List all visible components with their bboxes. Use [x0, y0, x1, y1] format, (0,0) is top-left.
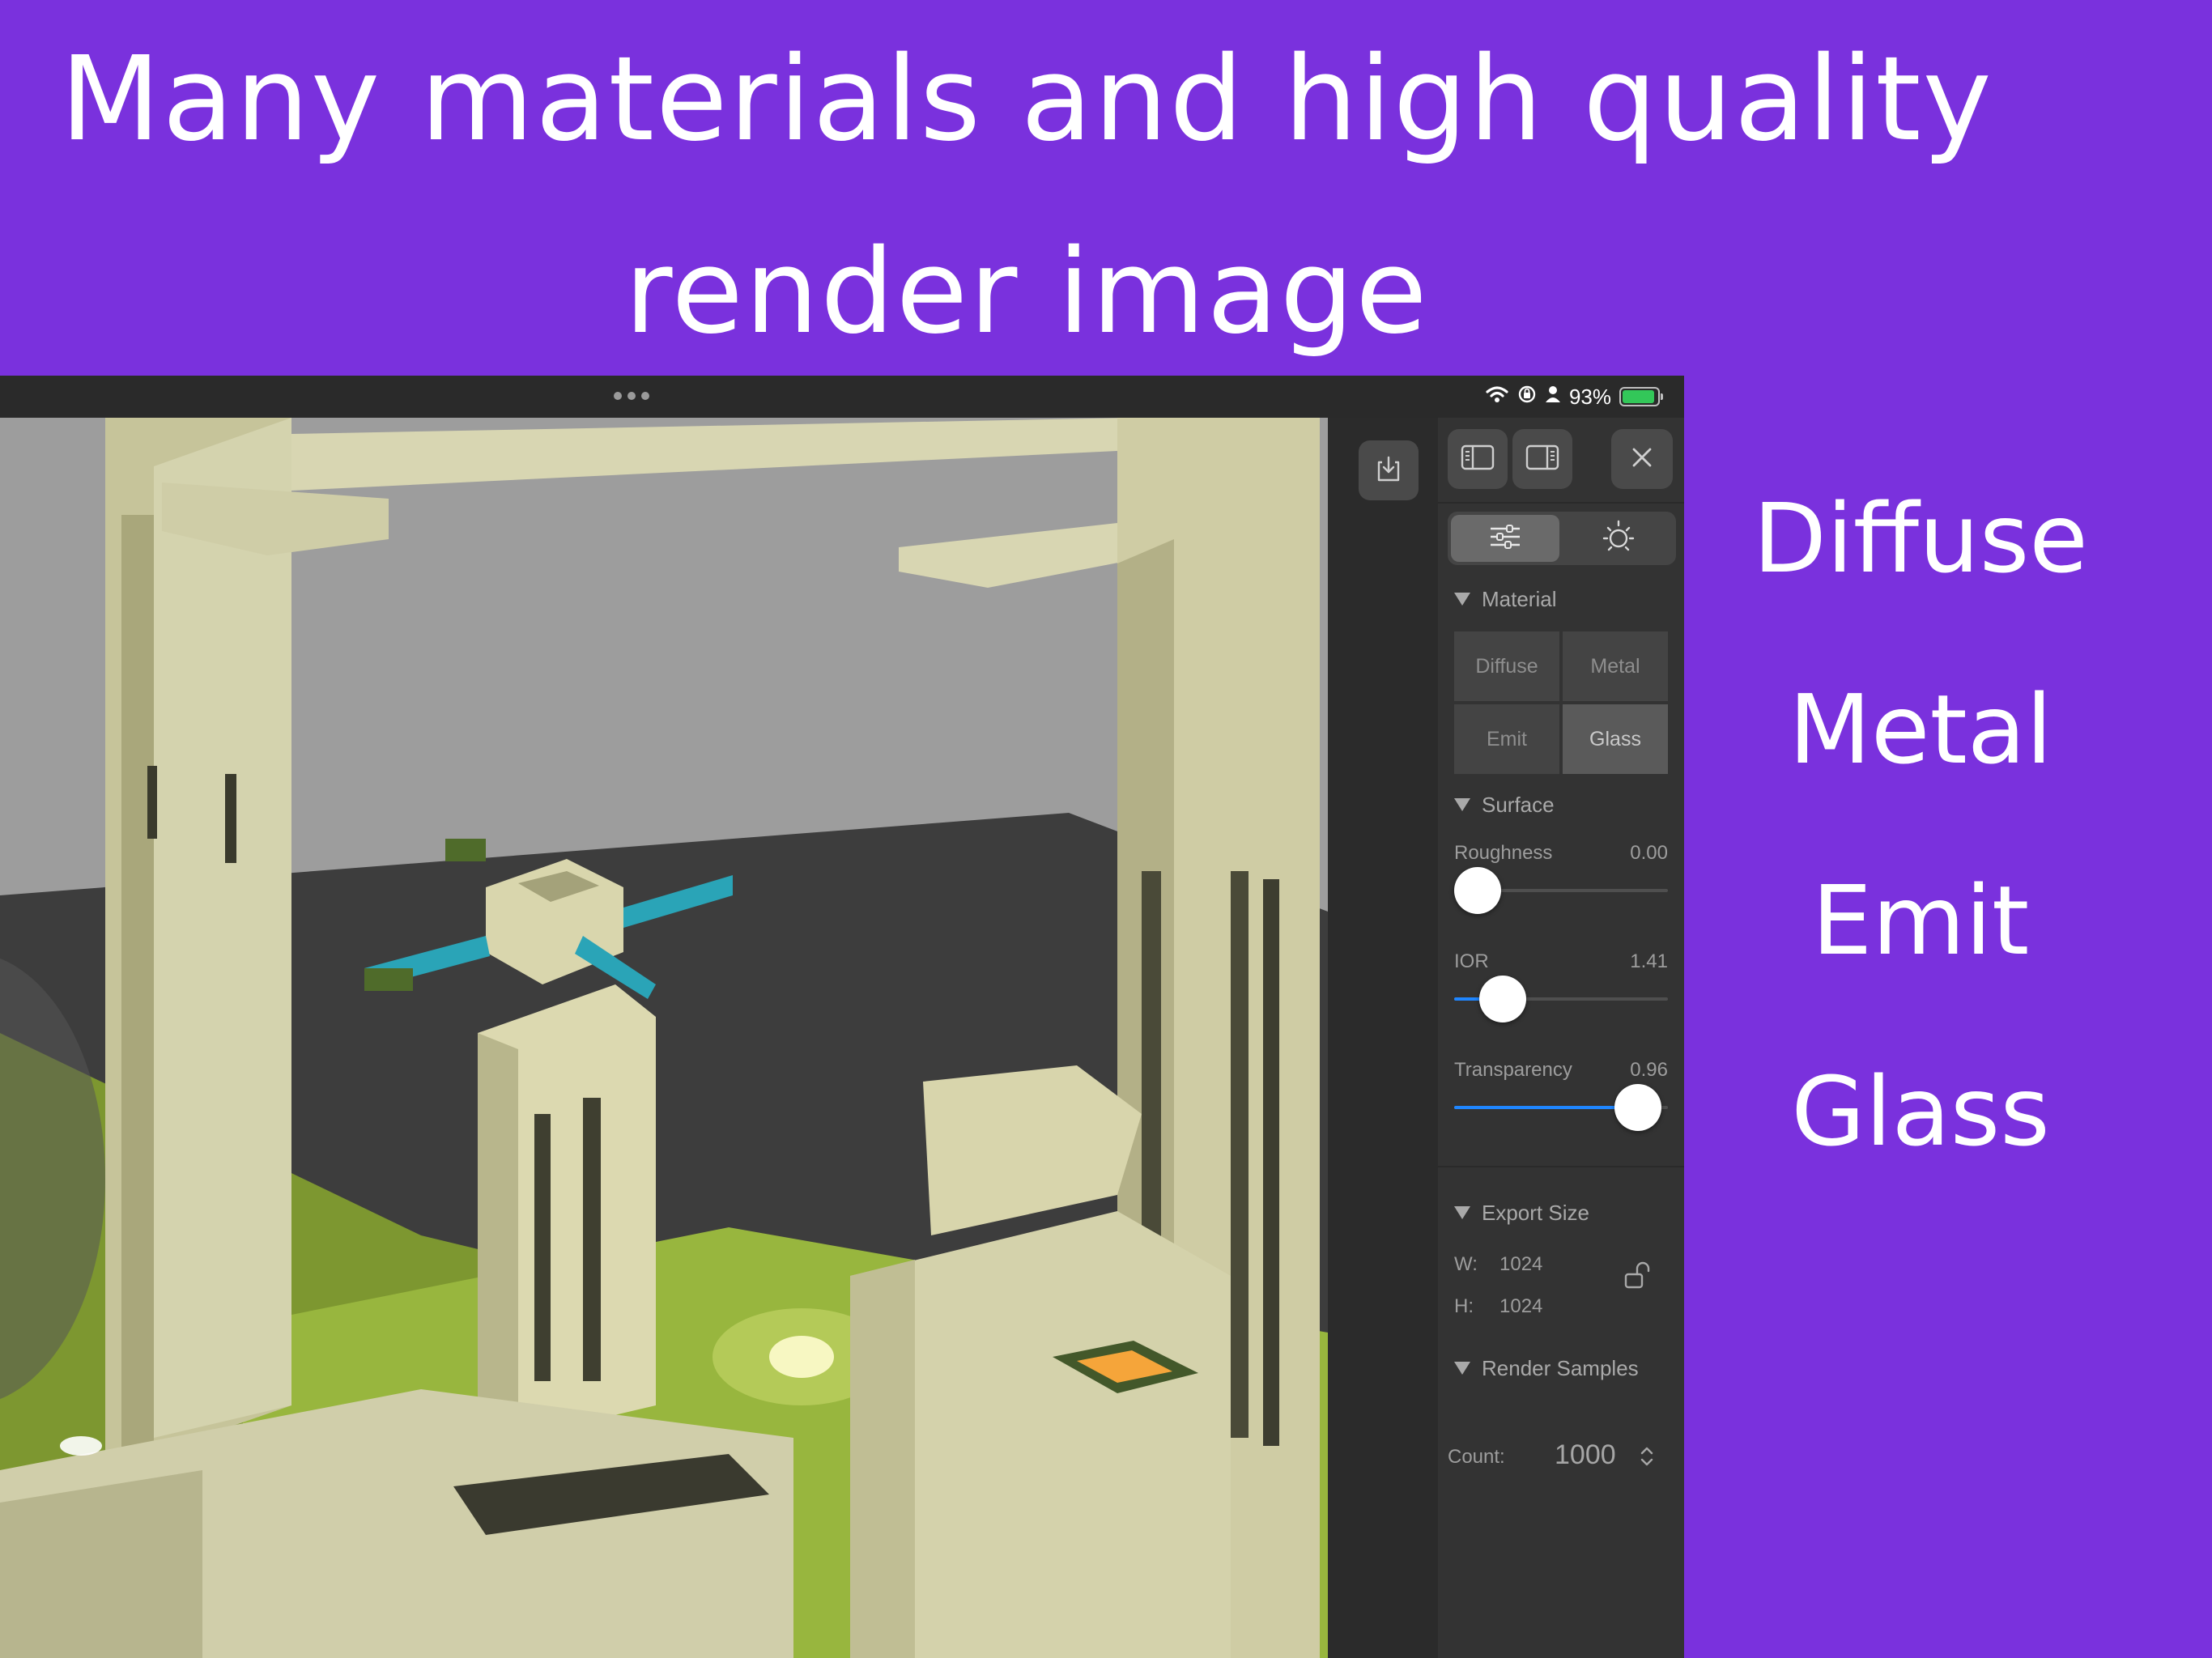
- ior-label: IOR: [1454, 950, 1489, 972]
- sidebar-left-icon: [1460, 443, 1495, 476]
- panel-divider: [1438, 1166, 1684, 1167]
- disclosure-triangle-icon: [1454, 1206, 1470, 1219]
- status-bar: 93%: [0, 376, 1684, 418]
- ior-slider[interactable]: [1454, 975, 1668, 1023]
- device-screen: 93% Material Diffuse Metal Emit Glass Su…: [0, 376, 1684, 1658]
- height-value[interactable]: 1024: [1499, 1295, 1542, 1317]
- toggle-left-panel-button[interactable]: [1448, 429, 1508, 489]
- headline-line-2: render image: [624, 223, 1429, 359]
- battery-icon: [1619, 387, 1663, 406]
- toggle-right-panel-button[interactable]: [1512, 429, 1572, 489]
- disclosure-triangle-icon: [1454, 798, 1470, 811]
- sample-count-row: Count: 1000: [1448, 1436, 1674, 1477]
- feature-emit: Emit: [1811, 865, 2030, 976]
- export-button[interactable]: [1359, 440, 1419, 500]
- orientation-lock-icon: [1517, 385, 1537, 410]
- roughness-label: Roughness: [1454, 842, 1553, 864]
- roughness-slider[interactable]: [1454, 866, 1668, 915]
- surface-section-header[interactable]: Surface: [1454, 789, 1555, 821]
- count-label: Count:: [1448, 1446, 1505, 1468]
- close-icon: [1628, 444, 1656, 475]
- person-icon: [1545, 385, 1561, 410]
- material-type-grid: Diffuse Metal Emit Glass: [1454, 631, 1668, 774]
- roughness-row: Roughness 0.00: [1454, 842, 1668, 869]
- export-size-section-title: Export Size: [1482, 1200, 1589, 1225]
- slider-knob[interactable]: [1478, 976, 1526, 1022]
- transparency-slider[interactable]: [1454, 1083, 1668, 1132]
- disclosure-triangle-icon: [1454, 1362, 1470, 1375]
- export-width-row[interactable]: W: 1024: [1454, 1253, 1542, 1276]
- panel-divider: [1438, 502, 1684, 504]
- material-option-metal[interactable]: Metal: [1563, 631, 1668, 701]
- viewport-toolstrip: [1328, 418, 1438, 1658]
- material-option-emit[interactable]: Emit: [1454, 704, 1559, 774]
- chevron-up-down-icon[interactable]: [1637, 1443, 1657, 1476]
- width-value[interactable]: 1024: [1499, 1253, 1542, 1275]
- multitasking-dots-icon[interactable]: [614, 392, 649, 400]
- render-viewport[interactable]: [0, 418, 1328, 1658]
- export-size-section-header[interactable]: Export Size: [1454, 1197, 1589, 1229]
- surface-section-title: Surface: [1482, 792, 1555, 817]
- tab-properties[interactable]: [1451, 515, 1559, 562]
- sun-light-icon: [1601, 519, 1636, 559]
- transparency-label: Transparency: [1454, 1059, 1572, 1081]
- material-option-diffuse[interactable]: Diffuse: [1454, 631, 1559, 701]
- aspect-lock-button[interactable]: [1621, 1258, 1657, 1298]
- sliders-icon: [1487, 522, 1523, 555]
- render-samples-section-title: Render Samples: [1482, 1355, 1639, 1380]
- unlocked-padlock-icon: [1621, 1261, 1657, 1297]
- export-height-row[interactable]: H: 1024: [1454, 1295, 1542, 1318]
- ior-row: IOR 1.41: [1454, 950, 1668, 978]
- material-section-title: Material: [1482, 586, 1557, 611]
- height-label: H:: [1454, 1295, 1474, 1317]
- tab-lighting[interactable]: [1564, 515, 1673, 562]
- slider-knob[interactable]: [1614, 1084, 1661, 1131]
- headline-line-1: Many materials and high quality: [60, 31, 1993, 167]
- count-value[interactable]: 1000: [1555, 1439, 1616, 1471]
- inspector-panel: Material Diffuse Metal Emit Glass Surfac…: [1438, 418, 1684, 1658]
- render-samples-section-header[interactable]: Render Samples: [1454, 1352, 1639, 1384]
- status-indicators: 93%: [1485, 384, 1663, 410]
- roughness-value: 0.00: [1630, 842, 1668, 864]
- ior-value: 1.41: [1630, 950, 1668, 972]
- disclosure-triangle-icon: [1454, 593, 1470, 606]
- rendered-scene-image: [0, 418, 1328, 1658]
- transparency-value: 0.96: [1630, 1059, 1668, 1081]
- feature-diffuse: Diffuse: [1753, 483, 2088, 594]
- material-section-header[interactable]: Material: [1454, 583, 1556, 615]
- feature-metal: Metal: [1789, 674, 2052, 785]
- inspector-tabs: [1448, 512, 1676, 565]
- material-option-glass[interactable]: Glass: [1563, 704, 1668, 774]
- feature-glass: Glass: [1791, 1056, 2050, 1167]
- battery-percent: 93%: [1568, 384, 1611, 409]
- sidebar-right-icon: [1525, 443, 1560, 476]
- width-label: W:: [1454, 1253, 1478, 1275]
- slider-knob[interactable]: [1454, 867, 1501, 914]
- download-tray-icon: [1372, 453, 1405, 488]
- close-button[interactable]: [1611, 429, 1673, 489]
- wifi-icon: [1485, 385, 1509, 410]
- transparency-row: Transparency 0.96: [1454, 1059, 1668, 1086]
